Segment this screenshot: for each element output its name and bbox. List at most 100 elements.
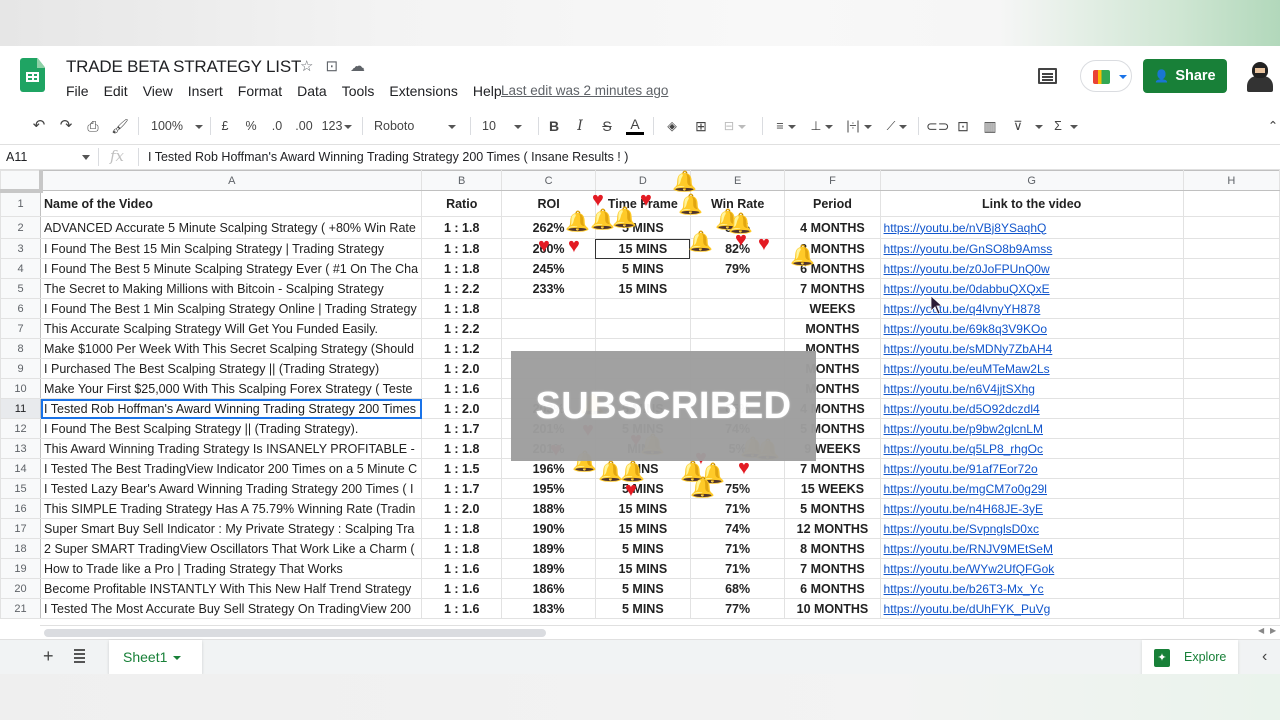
row-header[interactable]: 16 — [0, 498, 42, 519]
column-header-g[interactable]: G — [879, 170, 1184, 191]
ratio-cell[interactable]: 1 : 2.0 — [421, 498, 503, 519]
video-name-cell[interactable]: Become Profitable INSTANTLY With This Ne… — [40, 578, 423, 599]
column-header-e[interactable]: E — [689, 170, 786, 191]
ratio-cell[interactable]: 1 : 1.8 — [421, 238, 503, 259]
all-sheets-icon[interactable] — [74, 649, 85, 663]
video-name-cell[interactable]: I Tested Rob Hoffman's Award Winning Tra… — [40, 398, 423, 419]
video-name-cell[interactable]: I Found The Best 5 Minute Scalping Strat… — [40, 258, 423, 279]
horizontal-align-icon[interactable]: ≡ — [772, 113, 800, 139]
tf-cell[interactable]: 5 MINS — [594, 538, 691, 559]
video-link-cell[interactable]: https://youtu.be/69k8q3V9KOo — [879, 318, 1184, 339]
video-link-cell[interactable]: https://youtu.be/sMDNy7ZbAH4 — [879, 338, 1184, 359]
video-link[interactable]: https://youtu.be/mgCM7o0g29l — [884, 482, 1047, 496]
empty-cell[interactable] — [1182, 238, 1280, 259]
row-header[interactable]: 18 — [0, 538, 42, 559]
roi-cell[interactable]: 233% — [501, 278, 596, 299]
insert-comment-icon[interactable]: ⊡ — [954, 113, 972, 139]
video-link-cell[interactable]: https://youtu.be/p9bw2glcnLM — [879, 418, 1184, 439]
row-header[interactable]: 1 — [0, 190, 42, 217]
roi-cell[interactable]: 183% — [501, 598, 596, 619]
row-header[interactable]: 12 — [0, 418, 42, 439]
tab-sheet1[interactable]: Sheet1 — [109, 640, 202, 675]
video-link[interactable]: https://youtu.be/sMDNy7ZbAH4 — [884, 342, 1053, 356]
tf-cell[interactable] — [594, 318, 691, 339]
bold-button[interactable]: B — [546, 113, 562, 139]
video-name-cell[interactable]: I Tested Lazy Bear's Award Winning Tradi… — [40, 478, 423, 499]
video-link-cell[interactable]: https://youtu.be/dUhFYK_PuVg — [879, 598, 1184, 619]
win-cell[interactable] — [689, 278, 786, 299]
roi-cell[interactable]: 189% — [501, 558, 596, 579]
italic-button[interactable]: I — [572, 113, 588, 139]
tf-cell[interactable]: 15 MINS — [594, 558, 691, 579]
empty-cell[interactable] — [1182, 216, 1280, 239]
row-header[interactable]: 20 — [0, 578, 42, 599]
win-cell[interactable]: 77% — [689, 598, 786, 619]
last-edit-link[interactable]: Last edit was 2 minutes ago — [501, 83, 668, 98]
ratio-cell[interactable]: 1 : 1.8 — [421, 298, 503, 319]
formula-input[interactable]: I Tested Rob Hoffman's Award Winning Tra… — [148, 150, 628, 164]
period-cell[interactable]: 15 WEEKS — [784, 478, 881, 499]
menu-data[interactable]: Data — [297, 83, 327, 99]
roi-cell[interactable] — [501, 298, 596, 319]
video-name-cell[interactable]: I Tested The Most Accurate Buy Sell Stra… — [40, 598, 423, 619]
empty-cell[interactable] — [1182, 278, 1280, 299]
collapse-toolbar-icon[interactable]: ⌃ — [1266, 113, 1280, 139]
print-icon[interactable]: ⎙ — [84, 113, 102, 139]
column-header-f[interactable]: F — [784, 170, 881, 191]
win-cell[interactable] — [689, 298, 786, 319]
empty-cell[interactable] — [1182, 458, 1280, 479]
video-name-cell[interactable]: I Found The Best 15 Min Scalping Strateg… — [40, 238, 423, 259]
empty-cell[interactable] — [1182, 498, 1280, 519]
video-link-cell[interactable]: https://youtu.be/n4H68JE-3yE — [879, 498, 1184, 519]
insert-link-icon[interactable]: ⊂⊃ — [926, 113, 949, 139]
empty-cell[interactable] — [1182, 378, 1280, 399]
row-header[interactable]: 15 — [0, 478, 42, 499]
video-name-cell[interactable]: I Purchased The Best Scalping Strategy |… — [40, 358, 423, 379]
empty-cell[interactable] — [1182, 298, 1280, 319]
tf-cell[interactable]: 15 MINS — [594, 518, 691, 539]
row-header[interactable]: 3 — [0, 238, 42, 259]
header-cell[interactable]: Name of the Video — [40, 190, 423, 217]
video-link[interactable]: https://youtu.be/n6V4jjtSXhg — [884, 382, 1035, 396]
name-box[interactable]: A11 — [6, 150, 27, 164]
roi-cell[interactable]: 189% — [501, 538, 596, 559]
video-link[interactable]: https://youtu.be/p9bw2glcnLM — [884, 422, 1043, 436]
menu-edit[interactable]: Edit — [104, 83, 128, 99]
ratio-cell[interactable]: 1 : 1.6 — [421, 378, 503, 399]
tf-cell[interactable]: 15 MINS — [594, 498, 691, 519]
percent-format-button[interactable]: % — [244, 113, 258, 139]
text-rotation-icon[interactable]: ⟋ — [882, 113, 912, 139]
ratio-cell[interactable]: 1 : 1.8 — [421, 258, 503, 279]
empty-cell[interactable] — [1182, 518, 1280, 539]
empty-cell[interactable] — [1182, 538, 1280, 559]
video-link-cell[interactable]: https://youtu.be/d5O92dczdl4 — [879, 398, 1184, 419]
roi-cell[interactable]: 186% — [501, 578, 596, 599]
ratio-cell[interactable]: 1 : 1.6 — [421, 558, 503, 579]
video-link[interactable]: https://youtu.be/nVBj8YSaqhQ — [884, 221, 1047, 235]
avatar[interactable] — [1246, 62, 1274, 92]
video-link[interactable]: https://youtu.be/0dabbuQXQxE — [884, 282, 1050, 296]
ratio-cell[interactable]: 1 : 1.6 — [421, 598, 503, 619]
explore-button[interactable]: ✦ Explore — [1142, 640, 1238, 675]
star-icon[interactable]: ☆ — [300, 57, 313, 75]
header-cell[interactable]: Link to the video — [879, 190, 1184, 217]
period-cell[interactable]: MONTHS — [784, 318, 881, 339]
empty-cell[interactable] — [1182, 358, 1280, 379]
ratio-cell[interactable]: 1 : 1.8 — [421, 438, 503, 459]
video-link[interactable]: https://youtu.be/69k8q3V9KOo — [884, 322, 1047, 336]
borders-icon[interactable]: ⊞ — [692, 113, 710, 139]
video-link-cell[interactable]: https://youtu.be/nVBj8YSaqhQ — [879, 216, 1184, 239]
menu-insert[interactable]: Insert — [188, 83, 223, 99]
video-link-cell[interactable]: https://youtu.be/SvpnglsD0xc — [879, 518, 1184, 539]
font-select[interactable]: Roboto — [374, 113, 462, 139]
row-header[interactable]: 8 — [0, 338, 42, 359]
ratio-cell[interactable]: 1 : 2.0 — [421, 358, 503, 379]
video-link[interactable]: https://youtu.be/d5O92dczdl4 — [884, 402, 1040, 416]
row-header[interactable]: 19 — [0, 558, 42, 579]
period-cell[interactable]: 7 MONTHS — [784, 558, 881, 579]
header-cell[interactable]: Period — [784, 190, 881, 217]
video-link-cell[interactable]: https://youtu.be/91af7Eor72o — [879, 458, 1184, 479]
tf-cell[interactable]: 15 MINS — [594, 238, 691, 259]
video-link[interactable]: https://youtu.be/q4lvnyYH878 — [884, 302, 1041, 316]
video-name-cell[interactable]: Super Smart Buy Sell Indicator : My Priv… — [40, 518, 423, 539]
